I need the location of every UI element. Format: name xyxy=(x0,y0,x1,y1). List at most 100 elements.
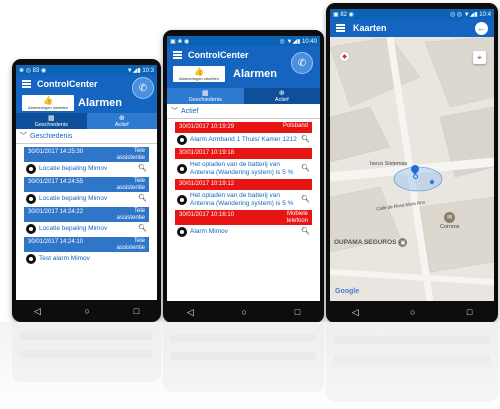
back-icon[interactable]: ◁ xyxy=(187,307,194,318)
tab-active[interactable]: ⊕ Actief xyxy=(243,88,320,104)
map-view[interactable]: ◆ ⌖ Iseco Sistemas Calle de Rosa Mara Ro… xyxy=(330,37,494,301)
tab-active[interactable]: ⊕ Actief xyxy=(86,113,157,129)
android-nav-bar: ◁ ○ □ xyxy=(12,300,161,322)
app-bar-left: Kaarten xyxy=(336,23,387,33)
back-icon[interactable]: ◁ xyxy=(34,306,41,317)
reflection-bar xyxy=(171,352,316,360)
card-time: 30/01/2017 10:16:10 xyxy=(179,212,235,218)
search-icon[interactable]: 🔍︎ xyxy=(138,165,147,173)
recents-icon[interactable]: □ xyxy=(295,307,300,317)
reflection-phone-history xyxy=(12,322,161,382)
app-title: Kaarten xyxy=(353,23,387,33)
status-right: ◎ ◎ ▼◢▮ 10:4 xyxy=(449,11,491,18)
search-icon[interactable]: 🔍︎ xyxy=(301,196,310,204)
back-arrow-icon[interactable]: ← xyxy=(475,21,488,35)
status-left: ▣ 82 ◉ xyxy=(333,11,354,18)
card-time: 30/01/2017 14:24:55 xyxy=(28,179,84,185)
status-bar: ❀ ◎ 83 ◉ ▼◢▮ 10:3 xyxy=(16,65,157,75)
page-title: Alarmen xyxy=(78,97,123,109)
tab-history[interactable]: ▦ Geschiedenis xyxy=(16,113,87,129)
whatsapp-icon xyxy=(26,164,36,174)
tab-active-label: Actief xyxy=(114,121,129,128)
status-right: ▼◢▮ 10:3 xyxy=(126,67,154,74)
search-icon[interactable]: 🔍︎ xyxy=(138,225,147,233)
card-time: 30/01/2017 14:25:30 xyxy=(28,149,84,155)
menu-icon[interactable] xyxy=(336,24,345,32)
card-header: 30/01/2017 14:24:22 Tele assistentie xyxy=(24,207,149,222)
alarm-card[interactable]: 30/01/2017 10:19:29 Polsband Alarm Armba… xyxy=(175,122,312,145)
card-type: Tele assistentie xyxy=(117,238,145,251)
insurance-marker[interactable]: OUPAMA SEGUROS ▣ xyxy=(334,238,408,247)
phone-history: ❀ ◎ 83 ◉ ▼◢▮ 10:3 ControlCenter 👍 Alarme… xyxy=(12,59,161,322)
alarm-card[interactable]: 30/01/2017 10:19:12 Het opladen van de b… xyxy=(175,179,312,207)
back-icon[interactable]: ◁ xyxy=(352,307,359,318)
call-button[interactable]: ✆ xyxy=(291,52,313,74)
search-icon[interactable]: 🔍︎ xyxy=(138,195,147,203)
card-type: Polsband xyxy=(283,123,308,130)
card-type-line2: telefoon xyxy=(286,217,308,224)
road xyxy=(330,269,494,285)
alarm-card[interactable]: 30/01/2017 10:16:10 Mobiele telefoon Alar… xyxy=(175,210,312,237)
status-right: ◎ ▼◢▮ 10:40 xyxy=(279,38,317,45)
whatsapp-icon xyxy=(26,224,36,234)
alarm-card[interactable]: 30/01/2017 14:24:22 Tele assistentie Loca… xyxy=(24,207,149,234)
reflection-bar xyxy=(20,332,153,340)
status-bar: ▣ 82 ◉ ◎ ◎ ▼◢▮ 10:4 xyxy=(330,9,494,19)
home-icon[interactable]: ○ xyxy=(410,307,415,317)
my-location-button[interactable]: ⌖ xyxy=(473,51,486,64)
tab-history[interactable]: ▦ Geschiedenis xyxy=(167,88,244,104)
phone-map: ▣ 82 ◉ ◎ ◎ ▼◢▮ 10:4 Kaarten ← ◆ ⌖ Iseco … xyxy=(326,3,498,323)
menu-icon[interactable] xyxy=(173,51,182,59)
whatsapp-icon xyxy=(26,194,36,204)
post-office-marker[interactable]: ✉ Correos xyxy=(440,212,460,230)
search-icon[interactable]: 🔍︎ xyxy=(301,165,310,173)
card-header: 30/01/2017 14:25:30 Tele assistentie xyxy=(24,147,149,162)
card-body: Test alarm Mimov xyxy=(24,252,149,264)
location-pin-icon[interactable] xyxy=(409,163,421,179)
map-label-post: Correos xyxy=(440,224,460,230)
whatsapp-icon xyxy=(177,194,187,205)
recents-icon[interactable]: □ xyxy=(134,306,139,316)
current-location-dot xyxy=(429,179,435,185)
alarm-card[interactable]: 30/01/2017 14:25:30 Tele assistentie Loca… xyxy=(24,147,149,174)
menu-icon[interactable] xyxy=(22,80,31,88)
status-bar: ▣ ❀ ◉ ◎ ▼◢▮ 10:40 xyxy=(167,36,320,46)
home-icon[interactable]: ○ xyxy=(85,306,90,316)
briefcase-icon: ▣ xyxy=(398,238,408,247)
alarm-header: 👍 Alarmeringen uitzetten Alarmen ▦ Gesch… xyxy=(16,93,157,129)
card-type-line1: Tele xyxy=(133,148,145,154)
section-header[interactable]: ﹀ Geschiedenis xyxy=(16,129,157,144)
search-icon[interactable]: 🔍︎ xyxy=(301,136,310,144)
card-header: 30/01/2017 14:24:55 Tele assistentie xyxy=(24,177,149,192)
chevron-down-icon: ﹀ xyxy=(20,133,27,140)
whatsapp-icon xyxy=(177,227,187,237)
recents-icon[interactable]: □ xyxy=(467,307,472,317)
building-block xyxy=(424,37,494,108)
card-time: 30/01/2017 14:24:22 xyxy=(28,209,84,215)
phone-history-screen: ❀ ◎ 83 ◉ ▼◢▮ 10:3 ControlCenter 👍 Alarme… xyxy=(16,65,157,300)
map-label-insurance: OUPAMA SEGUROS xyxy=(334,239,397,246)
google-logo: Google xyxy=(335,288,360,295)
card-type: Tele assistentie xyxy=(117,208,145,221)
alarm-off-button[interactable]: 👍 Alarmeringen uitzetten xyxy=(173,66,225,82)
phone-active: ▣ ❀ ◉ ◎ ▼◢▮ 10:40 ControlCenter 👍 Alarme… xyxy=(163,30,324,323)
page-title: Alarmen xyxy=(233,68,278,80)
card-time: 30/01/2017 10:19:29 xyxy=(179,124,235,130)
search-icon[interactable]: 🔍︎ xyxy=(301,228,310,236)
tab-bar: ▦ Geschiedenis ⊕ Actief xyxy=(16,113,157,129)
home-icon[interactable]: ○ xyxy=(242,307,247,317)
tab-active-label: Actief xyxy=(274,96,289,103)
alarm-card[interactable]: 30/01/2017 14:24:10 Tele assistentie Test… xyxy=(24,237,149,264)
section-header[interactable]: ﹀ Actief xyxy=(167,104,320,119)
alarm-off-button[interactable]: 👍 Alarmeringen uitzetten xyxy=(22,95,74,111)
card-time: 30/01/2017 10:19:18 xyxy=(179,150,235,156)
call-button[interactable]: ✆ xyxy=(132,77,154,99)
calendar-icon: ▦ xyxy=(201,89,209,97)
alarm-card[interactable]: 30/01/2017 10:19:18 Het opladen van de b… xyxy=(175,148,312,176)
mail-icon: ✉ xyxy=(444,212,456,223)
card-text: Alarm Mimov xyxy=(190,228,228,236)
card-text: Alarm Armband 1 Thuis/ Kamer 1212 xyxy=(190,136,297,144)
alarm-card[interactable]: 30/01/2017 14:24:55 Tele assistentie Loca… xyxy=(24,177,149,204)
card-body: Locatie bepaling Mimov 🔍︎ xyxy=(24,162,149,174)
compass-icon[interactable]: ◆ xyxy=(339,51,350,62)
